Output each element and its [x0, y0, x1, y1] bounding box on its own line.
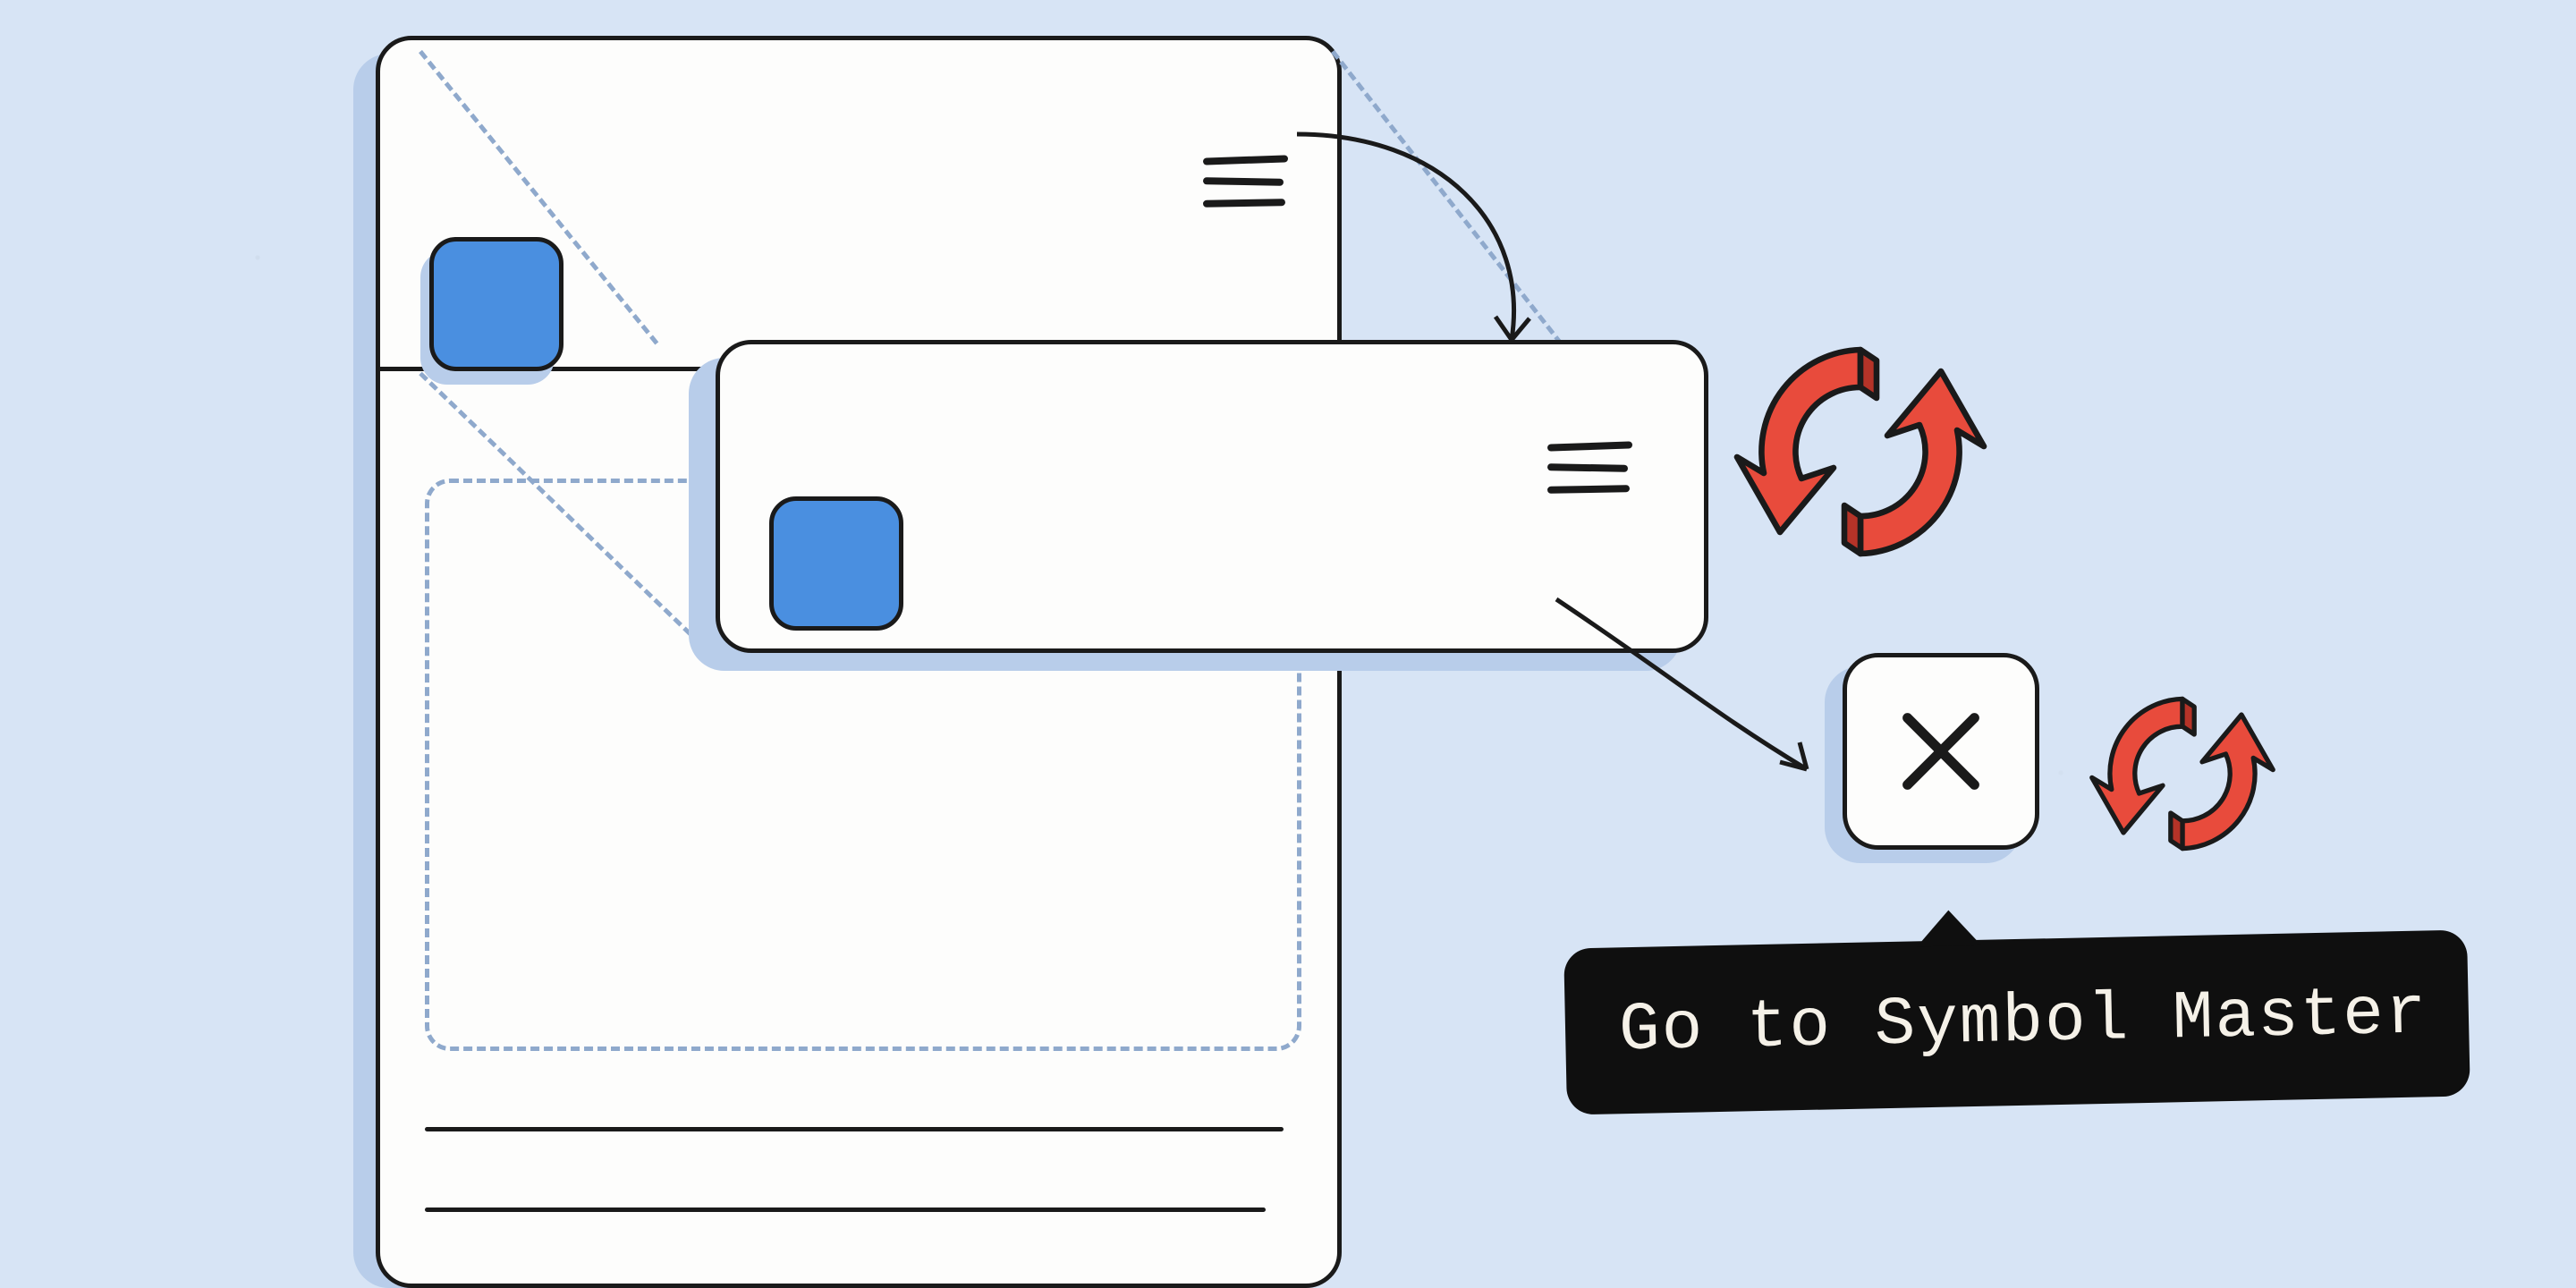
- thumbnail-icon: [429, 237, 564, 371]
- tooltip-text: Go to Symbol Master: [1618, 975, 2428, 1069]
- tooltip: Go to Symbol Master: [1563, 929, 2470, 1114]
- arrow-icon: [1279, 116, 1637, 385]
- main-card-header: [380, 40, 1337, 371]
- hamburger-icon: [1203, 157, 1288, 221]
- text-line: [425, 1127, 1284, 1131]
- close-button[interactable]: [1843, 653, 2039, 850]
- sync-icon: [1726, 318, 1995, 590]
- hamburger-icon: [1547, 443, 1632, 507]
- thumbnail-icon: [769, 496, 903, 631]
- text-line: [425, 1208, 1266, 1212]
- sync-icon: [2084, 675, 2281, 877]
- close-icon: [1892, 702, 1990, 801]
